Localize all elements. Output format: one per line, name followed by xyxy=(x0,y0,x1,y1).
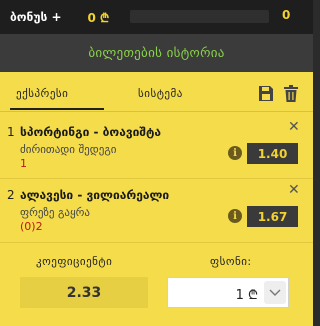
bet-item: 2 ალავესი - ვილიარეალი ფრეზე გაყრა (0)2 … xyxy=(0,178,313,240)
stake-label: ფსონი: xyxy=(210,255,252,268)
ticket-history-header[interactable]: ბილეთების ისტორია xyxy=(0,34,313,72)
bet-market: ძირითადი შედეგი xyxy=(20,143,117,156)
bonus-label: ბონუს + xyxy=(10,10,62,24)
save-icon[interactable] xyxy=(258,85,274,102)
bet-selection: 1 xyxy=(20,157,27,170)
bet-market: ფრეზე გაყრა xyxy=(20,206,91,219)
odds-badge: 1.40 xyxy=(247,143,298,164)
stake-input[interactable]: 1 ₾ xyxy=(167,277,289,308)
slip-summary: კოეფიციენტი ფსონი: 2.33 1 ₾ xyxy=(0,242,313,326)
bonus-count: 0 xyxy=(282,8,291,22)
bet-event-name: ალავესი - ვილიარეალი xyxy=(20,188,170,202)
tab-express[interactable]: ექსპრესი xyxy=(16,87,68,100)
bet-item: 1 სპორტინგი - ბოავიშტა ძირითადი შედეგი 1… xyxy=(0,116,313,178)
ticket-history-title[interactable]: ბილეთების ისტორია xyxy=(88,46,224,61)
bet-event-name: სპორტინგი - ბოავიშტა xyxy=(20,125,162,139)
coefficient-value: 2.33 xyxy=(66,284,102,301)
bonus-balance: 0 ₾ xyxy=(87,10,110,25)
info-icon[interactable]: i xyxy=(228,146,242,160)
trash-icon[interactable] xyxy=(283,85,299,102)
bonus-progress-bar xyxy=(130,10,269,23)
bet-selection: (0)2 xyxy=(20,220,43,233)
top-bar: ბონუს + 0 ₾ 0 xyxy=(0,0,313,34)
bet-slip: ექსპრესი სისტემა 1 სპორტინგი - ბოავიშტა … xyxy=(0,72,313,326)
close-icon[interactable]: ✕ xyxy=(288,183,300,197)
coefficient-label: კოეფიციენტი xyxy=(36,255,113,268)
info-icon[interactable]: i xyxy=(228,209,242,223)
odds-badge: 1.67 xyxy=(247,206,298,227)
stake-value[interactable]: 1 ₾ xyxy=(236,285,258,303)
tab-system[interactable]: სისტემა xyxy=(138,87,183,100)
chevron-down-icon[interactable] xyxy=(264,281,286,304)
bet-index: 2 xyxy=(7,188,15,202)
bet-type-tabs: ექსპრესი სისტემა xyxy=(0,72,313,112)
bet-index: 1 xyxy=(7,125,15,139)
total-coefficient: 2.33 xyxy=(20,277,148,308)
active-tab-underline xyxy=(10,108,104,110)
close-icon[interactable]: ✕ xyxy=(288,120,300,134)
